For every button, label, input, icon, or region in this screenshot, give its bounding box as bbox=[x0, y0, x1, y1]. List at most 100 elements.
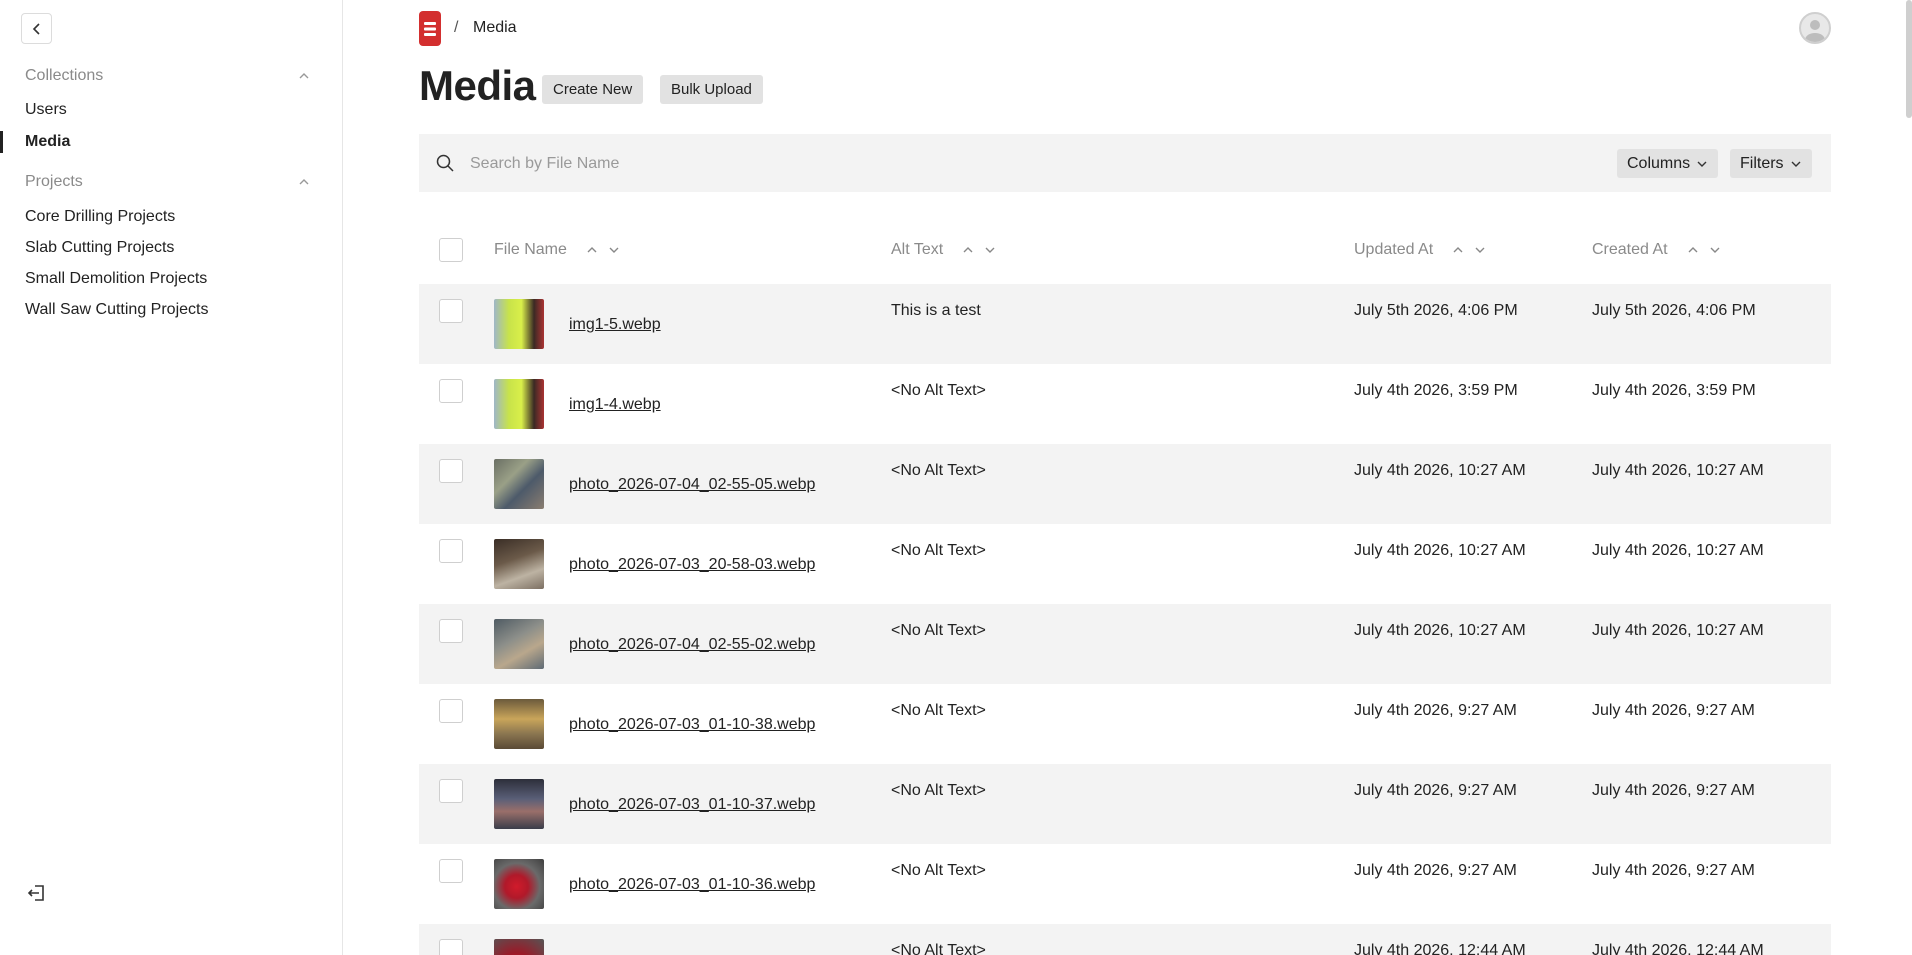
sidebar: Collections Users Media Projects Core Dr… bbox=[0, 0, 343, 955]
updated-at-cell: July 4th 2026, 10:27 AM bbox=[1354, 462, 1526, 479]
logout-button[interactable] bbox=[25, 881, 49, 905]
table-row: <No Alt Text> July 4th 2026, 12:44 AM Ju… bbox=[419, 924, 1831, 955]
column-header-created-at: Created At bbox=[1592, 241, 1722, 259]
sort-descending-button[interactable] bbox=[607, 243, 621, 257]
collapse-collections-button[interactable] bbox=[296, 68, 312, 84]
thumbnail-image[interactable] bbox=[494, 859, 544, 909]
sidebar-item-small-demolition-projects[interactable]: Small Demolition Projects bbox=[25, 270, 207, 288]
alt-text-cell: This is a test bbox=[891, 302, 981, 319]
column-header-updated-at: Updated At bbox=[1354, 241, 1487, 259]
created-at-cell: July 4th 2026, 10:27 AM bbox=[1592, 622, 1764, 639]
thumbnail-image[interactable] bbox=[494, 539, 544, 589]
thumbnail-image[interactable] bbox=[494, 779, 544, 829]
chevron-up-icon bbox=[963, 247, 973, 253]
row-checkbox[interactable] bbox=[439, 779, 463, 803]
row-checkbox[interactable] bbox=[439, 699, 463, 723]
alt-text-cell: <No Alt Text> bbox=[891, 622, 986, 639]
chevron-down-icon bbox=[1475, 247, 1485, 253]
breadcrumb-separator: / bbox=[454, 19, 459, 36]
columns-label: Columns bbox=[1627, 155, 1691, 172]
sort-descending-button[interactable] bbox=[1473, 243, 1487, 257]
created-at-cell: July 4th 2026, 9:27 AM bbox=[1592, 702, 1755, 719]
file-name-link[interactable]: photo_2026-07-03_01-10-37.webp bbox=[569, 796, 815, 814]
user-avatar-icon bbox=[1805, 20, 1825, 42]
logo-icon bbox=[424, 21, 436, 36]
alt-text-cell: <No Alt Text> bbox=[891, 702, 986, 719]
row-checkbox[interactable] bbox=[439, 299, 463, 323]
chevron-up-icon bbox=[1688, 247, 1698, 253]
updated-at-cell: July 4th 2026, 9:27 AM bbox=[1354, 862, 1517, 879]
row-checkbox[interactable] bbox=[439, 379, 463, 403]
sort-ascending-button[interactable] bbox=[1451, 243, 1465, 257]
row-checkbox[interactable] bbox=[439, 939, 463, 955]
sort-ascending-button[interactable] bbox=[1686, 243, 1700, 257]
breadcrumb-current: Media bbox=[473, 19, 517, 36]
file-name-link[interactable]: photo_2026-07-03_20-58-03.webp bbox=[569, 556, 815, 574]
sort-ascending-button[interactable] bbox=[961, 243, 975, 257]
sidebar-item-core-drilling-projects[interactable]: Core Drilling Projects bbox=[25, 208, 175, 226]
alt-text-cell: <No Alt Text> bbox=[891, 942, 986, 955]
create-new-button[interactable]: Create New bbox=[542, 75, 644, 104]
row-checkbox[interactable] bbox=[439, 859, 463, 883]
file-name-link[interactable]: photo_2026-07-04_02-55-05.webp bbox=[569, 476, 815, 494]
chevron-down-icon bbox=[985, 247, 995, 253]
row-checkbox[interactable] bbox=[439, 619, 463, 643]
select-all-checkbox[interactable] bbox=[439, 238, 463, 262]
row-checkbox[interactable] bbox=[439, 459, 463, 483]
alt-text-cell: <No Alt Text> bbox=[891, 382, 986, 399]
created-at-cell: July 4th 2026, 12:44 AM bbox=[1592, 942, 1764, 955]
back-button[interactable] bbox=[21, 13, 52, 44]
updated-at-cell: July 4th 2026, 9:27 AM bbox=[1354, 702, 1517, 719]
thumbnail-image[interactable] bbox=[494, 619, 544, 669]
file-name-link[interactable]: img1-4.webp bbox=[569, 396, 661, 414]
app-logo[interactable] bbox=[419, 11, 441, 46]
column-header-file-name: File Name bbox=[494, 241, 621, 259]
chevron-up-icon bbox=[299, 73, 309, 79]
created-at-cell: July 5th 2026, 4:06 PM bbox=[1592, 302, 1756, 319]
thumbnail-image[interactable] bbox=[494, 459, 544, 509]
column-header-alt-text: Alt Text bbox=[891, 241, 997, 259]
created-at-cell: July 4th 2026, 10:27 AM bbox=[1592, 542, 1764, 559]
column-header-label: Alt Text bbox=[891, 241, 944, 258]
active-indicator bbox=[0, 131, 3, 153]
sort-descending-button[interactable] bbox=[1708, 243, 1722, 257]
sidebar-item-media[interactable]: Media bbox=[25, 133, 70, 151]
updated-at-cell: July 4th 2026, 3:59 PM bbox=[1354, 382, 1518, 399]
updated-at-cell: July 5th 2026, 4:06 PM bbox=[1354, 302, 1518, 319]
columns-button[interactable]: Columns bbox=[1617, 149, 1719, 178]
thumbnail-image[interactable] bbox=[494, 379, 544, 429]
file-name-link[interactable]: photo_2026-07-03_01-10-36.webp bbox=[569, 876, 815, 894]
thumbnail-image[interactable] bbox=[494, 699, 544, 749]
user-avatar[interactable] bbox=[1799, 12, 1831, 44]
filters-label: Filters bbox=[1740, 155, 1784, 172]
file-name-link[interactable]: photo_2026-07-03_01-10-38.webp bbox=[569, 716, 815, 734]
sort-ascending-button[interactable] bbox=[585, 243, 599, 257]
sidebar-item-wall-saw-cutting-projects[interactable]: Wall Saw Cutting Projects bbox=[25, 301, 208, 319]
updated-at-cell: July 4th 2026, 10:27 AM bbox=[1354, 622, 1526, 639]
search-input[interactable] bbox=[468, 150, 1372, 178]
alt-text-cell: <No Alt Text> bbox=[891, 542, 986, 559]
alt-text-cell: <No Alt Text> bbox=[891, 462, 986, 479]
alt-text-cell: <No Alt Text> bbox=[891, 862, 986, 879]
file-name-link[interactable]: img1-5.webp bbox=[569, 316, 661, 334]
thumbnail-image[interactable] bbox=[494, 939, 544, 955]
chevron-down-icon bbox=[1710, 247, 1720, 253]
scrollbar[interactable] bbox=[1906, 0, 1912, 118]
table-row: photo_2026-07-03_01-10-37.webp <No Alt T… bbox=[419, 764, 1831, 844]
column-header-label: Updated At bbox=[1354, 241, 1434, 258]
chevron-left-icon bbox=[32, 22, 40, 35]
sort-descending-button[interactable] bbox=[983, 243, 997, 257]
thumbnail-image[interactable] bbox=[494, 299, 544, 349]
chevron-down-icon bbox=[1697, 161, 1707, 167]
sidebar-item-users[interactable]: Users bbox=[25, 101, 67, 119]
sidebar-item-slab-cutting-projects[interactable]: Slab Cutting Projects bbox=[25, 239, 174, 257]
search-icon bbox=[436, 154, 454, 172]
file-name-link[interactable]: photo_2026-07-04_02-55-02.webp bbox=[569, 636, 815, 654]
chevron-down-icon bbox=[609, 247, 619, 253]
created-at-cell: July 4th 2026, 10:27 AM bbox=[1592, 462, 1764, 479]
collapse-projects-button[interactable] bbox=[296, 174, 312, 190]
bulk-upload-button[interactable]: Bulk Upload bbox=[660, 75, 763, 104]
row-checkbox[interactable] bbox=[439, 539, 463, 563]
filters-button[interactable]: Filters bbox=[1730, 149, 1812, 178]
search-bar: Columns Filters bbox=[419, 134, 1831, 192]
